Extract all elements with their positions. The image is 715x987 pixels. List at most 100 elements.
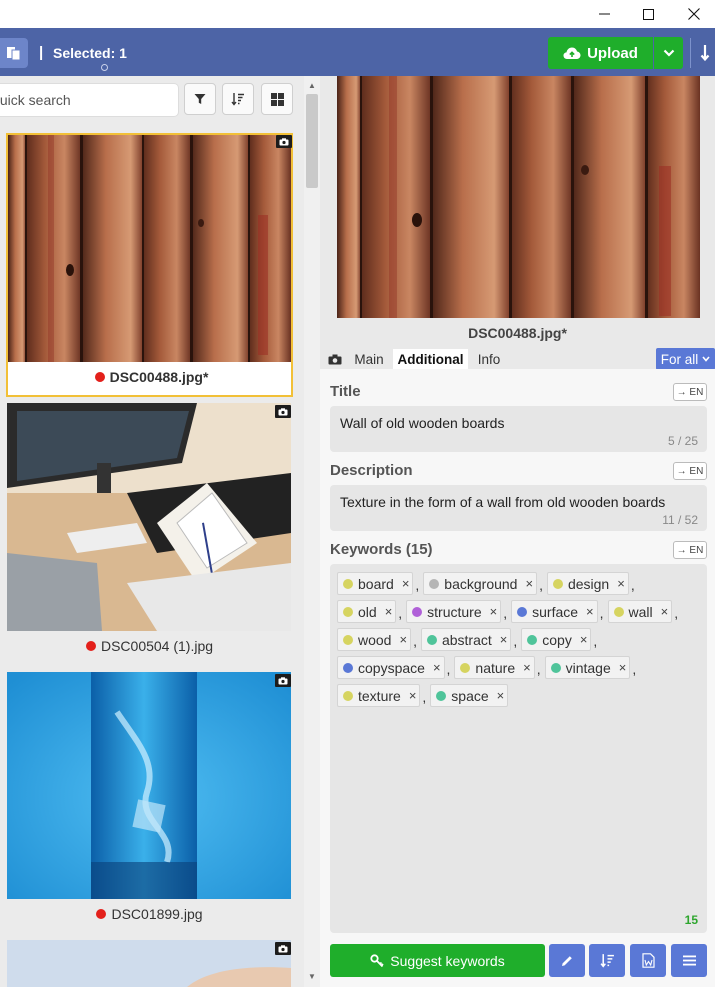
keyword-text: space — [451, 687, 489, 704]
scope-dropdown[interactable]: For all — [656, 348, 715, 370]
remove-keyword-icon[interactable]: × — [409, 688, 417, 703]
scroll-up-arrow[interactable]: ▲ — [308, 81, 316, 90]
upload-options-button[interactable] — [654, 37, 683, 69]
remove-keyword-icon[interactable]: × — [580, 632, 588, 647]
scroll-down-arrow[interactable]: ▼ — [308, 972, 316, 981]
keyword-separator: , — [536, 661, 541, 677]
keyword-chip[interactable]: structure × — [406, 600, 502, 623]
download-button[interactable] — [697, 42, 713, 64]
remove-keyword-icon[interactable]: × — [586, 604, 594, 619]
description-value[interactable]: Texture in the form of a wall from old w… — [340, 494, 665, 510]
metadata-form: Title → EN Wall of old wooden boards 5 /… — [320, 369, 715, 987]
keyword-chip[interactable]: design × — [546, 572, 629, 595]
sort-keywords-button[interactable] — [589, 944, 625, 977]
remove-keyword-icon[interactable]: × — [385, 604, 393, 619]
search-box[interactable] — [0, 83, 179, 117]
remove-keyword-icon[interactable]: × — [617, 576, 625, 591]
keyword-list: board ×, background ×, design ×, old ×, structur… — [337, 572, 699, 707]
keyword-item: vintage ×, — [544, 656, 641, 679]
keyword-chip[interactable]: old × — [337, 600, 397, 623]
close-button[interactable] — [671, 0, 715, 28]
keyword-text: abstract — [441, 631, 492, 648]
remove-keyword-icon[interactable]: × — [433, 660, 441, 675]
keyword-chip[interactable]: nature × — [454, 656, 535, 679]
keyword-item: background ×, — [423, 572, 547, 595]
keyword-color-dot — [343, 578, 353, 589]
keyword-color-dot — [426, 634, 437, 645]
details-panel: DSC00488.jpg* Main Additional Info For a… — [320, 76, 715, 987]
word-export-button[interactable] — [630, 944, 666, 977]
keyword-chip[interactable]: copy × — [521, 628, 592, 651]
preview-filename: DSC00488.jpg* — [468, 325, 567, 341]
remove-keyword-icon[interactable]: × — [500, 632, 508, 647]
keyword-chip[interactable]: copyspace × — [337, 656, 445, 679]
title-value[interactable]: Wall of old wooden boards — [340, 415, 504, 431]
keyword-chip[interactable]: surface × — [511, 600, 598, 623]
remove-keyword-icon[interactable]: × — [525, 576, 533, 591]
image-card[interactable]: DSC00488.jpg* — [6, 133, 293, 397]
sort-button[interactable] — [222, 83, 254, 115]
keywords-field[interactable]: board ×, background ×, design ×, old ×, structur… — [330, 564, 707, 933]
description-field[interactable]: Texture in the form of a wall from old w… — [330, 485, 707, 531]
remove-keyword-icon[interactable]: × — [619, 660, 627, 675]
grid-view-button[interactable] — [261, 83, 293, 115]
keyword-chip[interactable]: abstract × — [420, 628, 512, 651]
remove-keyword-icon[interactable]: × — [402, 576, 410, 591]
keyword-item: abstract ×, — [420, 628, 521, 651]
filter-button[interactable] — [184, 83, 216, 115]
upload-button[interactable]: Upload — [548, 37, 653, 69]
translate-title-button[interactable]: → EN — [673, 383, 707, 401]
keyword-text: copy — [542, 631, 572, 648]
keyword-item: wall ×, — [607, 600, 683, 623]
pencil-icon — [562, 955, 572, 966]
keyword-color-dot — [517, 606, 528, 617]
translate-keywords-button[interactable]: → EN — [673, 541, 707, 559]
preview-image — [337, 76, 700, 318]
remove-keyword-icon[interactable]: × — [490, 604, 498, 619]
list-scrollbar[interactable] — [304, 76, 320, 987]
tab-camera[interactable] — [326, 349, 344, 369]
key-icon — [370, 953, 384, 967]
keyword-chip[interactable]: wood × — [337, 628, 412, 651]
tab-additional[interactable]: Additional — [393, 349, 468, 369]
menu-button[interactable] — [671, 944, 707, 977]
edit-button[interactable] — [549, 944, 585, 977]
keyword-chip[interactable]: wall × — [607, 600, 673, 623]
suggest-keywords-button[interactable]: Suggest keywords — [330, 944, 545, 977]
search-input[interactable] — [0, 84, 174, 116]
keyword-color-dot — [436, 690, 447, 701]
minimize-icon — [598, 13, 610, 15]
keyword-item: texture ×, — [337, 684, 430, 707]
keyword-item: copyspace ×, — [337, 656, 454, 679]
maximize-icon — [642, 8, 654, 20]
minimize-button[interactable] — [581, 0, 627, 28]
keyword-chip[interactable]: background × — [423, 572, 538, 595]
image-card[interactable]: DSC01899.jpg — [6, 672, 293, 928]
keyword-text: copyspace — [358, 659, 425, 676]
keyword-chip[interactable]: vintage × — [544, 656, 631, 679]
remove-keyword-icon[interactable]: × — [661, 604, 669, 619]
image-card[interactable]: DSC00504 (1).jpg — [6, 403, 293, 659]
image-thumbnail-partial — [7, 940, 291, 987]
keyword-separator: , — [630, 577, 635, 593]
keyword-text: design — [567, 575, 610, 592]
keyword-chip[interactable]: board × — [337, 572, 414, 595]
camera-badge-icon — [276, 135, 292, 148]
translate-description-button[interactable]: → EN — [673, 462, 707, 480]
keyword-text: nature — [475, 659, 516, 676]
maximize-button[interactable] — [625, 0, 671, 28]
copy-button[interactable] — [0, 38, 28, 68]
title-field[interactable]: Wall of old wooden boards 5 / 25 — [330, 406, 707, 452]
chevron-down-icon — [663, 49, 674, 57]
tab-main[interactable]: Main — [350, 349, 388, 369]
keyword-text: old — [358, 603, 377, 620]
image-card[interactable] — [6, 940, 293, 987]
remove-keyword-icon[interactable]: × — [399, 632, 407, 647]
keyword-chip[interactable]: space × — [430, 684, 509, 707]
tab-info[interactable]: Info — [474, 349, 504, 369]
keyword-chip[interactable]: texture × — [337, 684, 421, 707]
remove-keyword-icon[interactable]: × — [523, 660, 531, 675]
keyword-separator: , — [422, 689, 427, 705]
scrollbar-thumb[interactable] — [306, 94, 318, 188]
remove-keyword-icon[interactable]: × — [497, 688, 505, 703]
